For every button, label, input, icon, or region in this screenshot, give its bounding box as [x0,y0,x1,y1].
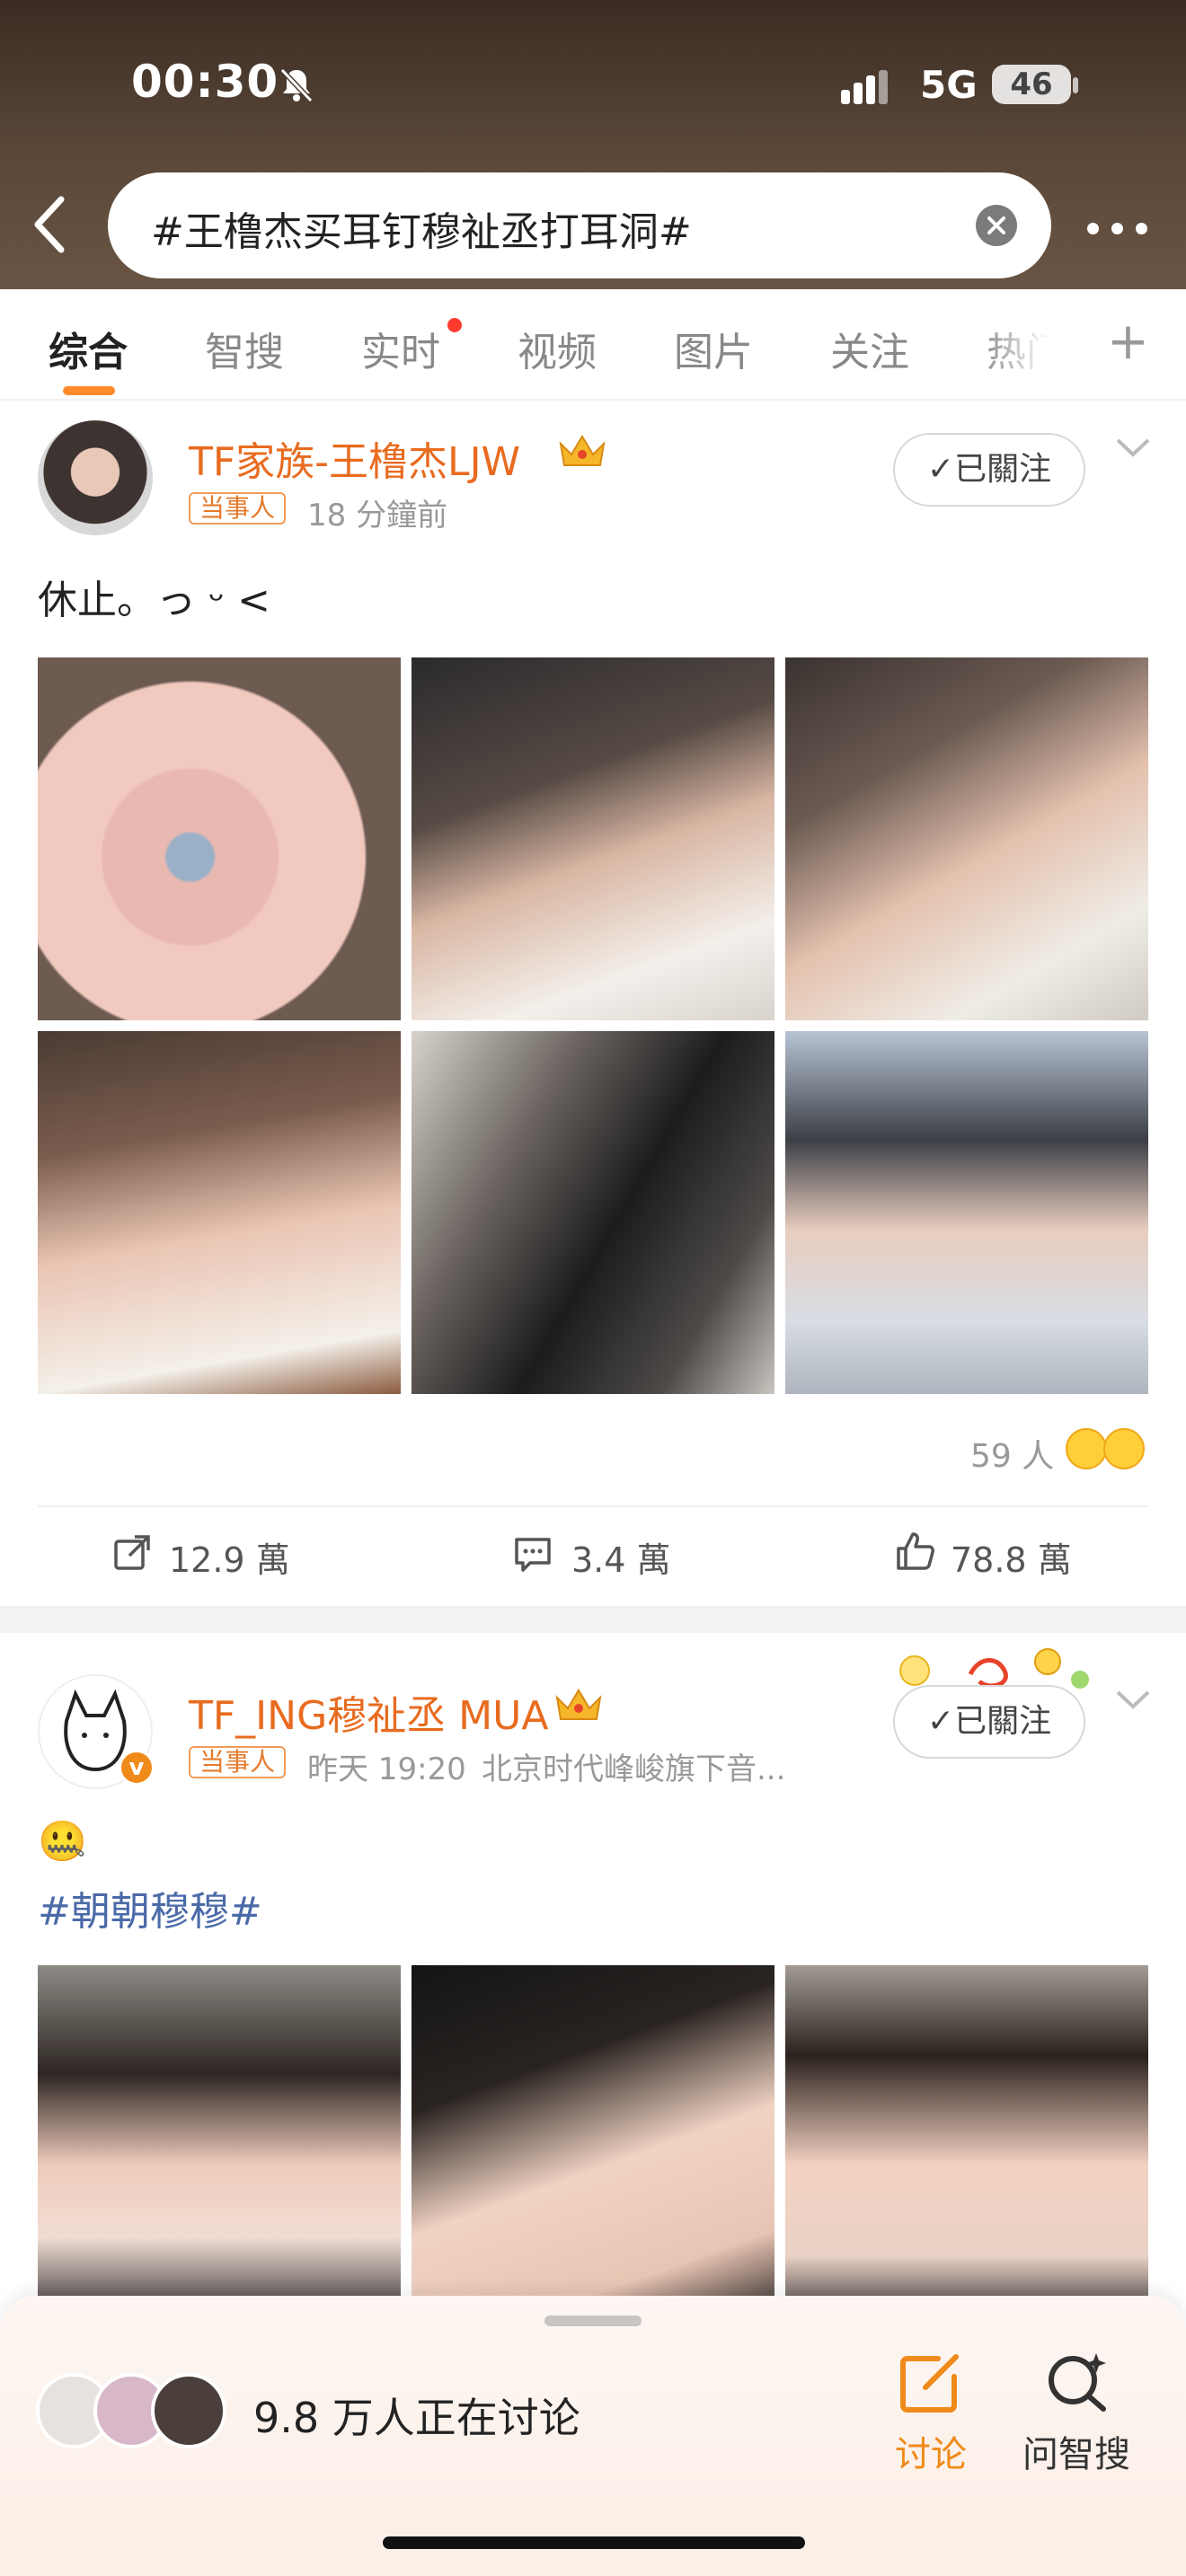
new-content-dot [447,318,462,332]
follow-button[interactable]: ✓已關注 [893,433,1085,507]
active-tab-indicator [63,386,115,395]
crown-badge-icon [555,1689,602,1720]
bell-muted-icon [279,67,314,103]
add-tab-icon[interactable]: + [1107,313,1149,371]
smart-search-button[interactable]: 问智搜 [1022,2425,1130,2477]
signal-icon [841,70,888,104]
liked-by-count[interactable]: 59 人 [970,1430,1054,1477]
avatar [151,2373,226,2448]
reaction-emoji-icon [1066,1428,1107,1469]
repost-count[interactable]: 12.9 萬 [169,1532,290,1582]
header: 00:30 5G 46 #王橹杰买耳钉穆祉丞打耳洞# [0,0,1186,289]
post-image[interactable] [785,1965,1148,2328]
battery-icon: 46 [992,65,1071,104]
author-role-tag: 当事人 [189,492,287,525]
tab-video[interactable]: 视频 [518,320,597,377]
discuss-button[interactable]: 讨论 [895,2425,967,2477]
home-indicator [383,2536,805,2549]
tab-realtime[interactable]: 实时 [361,320,440,377]
post-image[interactable] [412,1031,774,1394]
post-author[interactable]: TF家族-王橹杰LJW [189,429,520,487]
chevron-down-icon[interactable] [1114,435,1152,460]
sheet-handle[interactable] [544,2316,642,2326]
tab-following[interactable]: 关注 [830,320,909,377]
search-query[interactable]: #王橹杰买耳钉穆祉丞打耳洞# [151,199,692,257]
compose-icon[interactable] [898,2353,963,2414]
network-type: 5G [920,63,978,107]
author-role-tag: 当事人 [189,1746,287,1778]
post-hashtag[interactable]: #朝朝穆穆# [38,1879,262,1936]
post-time: 昨天 19:20 [307,1751,466,1787]
post-image[interactable] [38,1965,401,2328]
tab-smart-search[interactable]: 智搜 [205,320,284,377]
post-image[interactable] [785,1031,1148,1394]
tab-fade [979,289,1078,397]
smart-search-icon[interactable] [1044,2351,1111,2414]
post-source: 北京时代峰峻旗下音... [482,1751,786,1787]
divider [38,1505,1148,1507]
more-options-icon[interactable] [1084,205,1152,250]
follow-label: 已關注 [954,1703,1052,1740]
discussion-sheet: 9.8 万人正在讨论 讨论 问智搜 [0,2296,1186,2576]
search-bar[interactable]: #王橹杰买耳钉穆祉丞打耳洞# [108,172,1051,278]
post-emoji: 🤐 [38,1819,87,1865]
post-image[interactable] [412,657,774,1020]
crown-badge-icon [559,435,606,466]
follow-label: 已關注 [954,451,1052,488]
post-image[interactable] [785,657,1148,1020]
tab-bar: 综合 智搜 实时 视频 图片 关注 热门 + [0,289,1186,401]
repost-icon[interactable] [111,1532,153,1574]
post-time: 18 分鐘前 [307,498,448,534]
post-text: 休止。っ ᵕ < [38,578,271,623]
avatar[interactable] [38,420,153,535]
post-author[interactable]: TF_ING穆祉丞 MUA [189,1683,548,1741]
post-image[interactable] [38,1031,401,1394]
back-arrow-icon[interactable] [25,190,75,259]
like-count[interactable]: 78.8 萬 [951,1532,1072,1582]
post-image[interactable] [412,1965,774,2328]
follow-button[interactable]: ✓已關注 [893,1685,1085,1759]
comment-count[interactable]: 3.4 萬 [571,1532,671,1582]
comment-icon[interactable] [512,1534,553,1575]
tab-images[interactable]: 图片 [674,320,753,377]
discussion-count: 9.8 万人正在讨论 [253,2394,580,2442]
status-time: 00:30 [131,56,279,108]
tab-comprehensive[interactable]: 综合 [49,320,128,377]
post-image[interactable] [38,657,401,1020]
verified-badge-icon: v [119,1750,155,1786]
battery-nub [1073,77,1078,93]
status-bar: 00:30 5G 46 [0,0,1186,153]
reaction-emoji-icon [1103,1428,1145,1469]
feed-separator [0,1606,1186,1633]
clear-search-icon[interactable] [976,205,1017,246]
chevron-down-icon[interactable] [1114,1687,1152,1712]
like-icon[interactable] [895,1531,936,1572]
